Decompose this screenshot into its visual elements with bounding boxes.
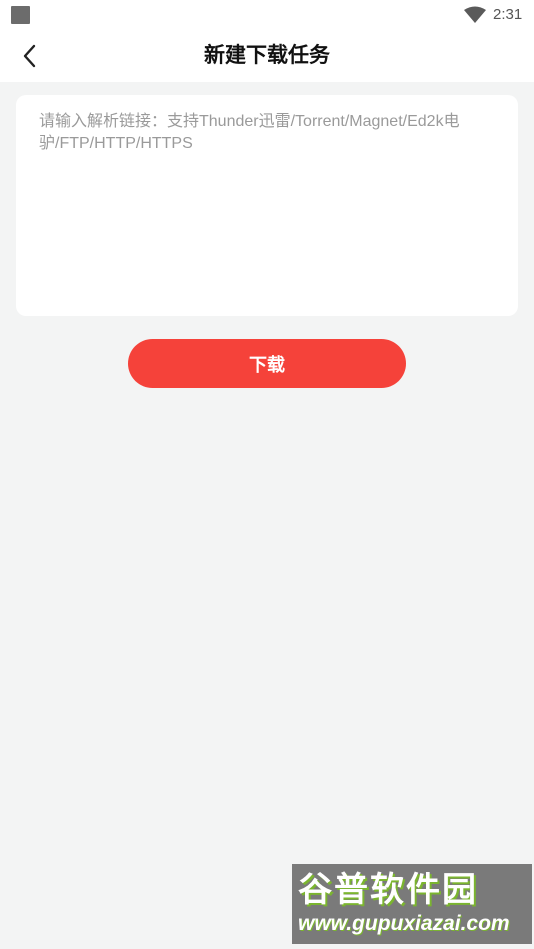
status-time: 2:31 [493,6,523,23]
status-bar: 2:31 [0,0,534,30]
download-button[interactable]: 下载 [128,339,406,388]
watermark-title: 谷普软件园 [298,871,478,909]
watermark: 谷普软件园 www.gupuxiazai.com [292,864,532,944]
wifi-icon [464,6,486,23]
link-input-card [16,95,518,316]
watermark-url: www.gupuxiazai.com [298,912,510,935]
nav-bar: 新建下载任务 [0,30,534,82]
page-title: 新建下载任务 [204,44,330,67]
link-input[interactable] [16,95,518,316]
notification-square-icon [11,6,30,24]
